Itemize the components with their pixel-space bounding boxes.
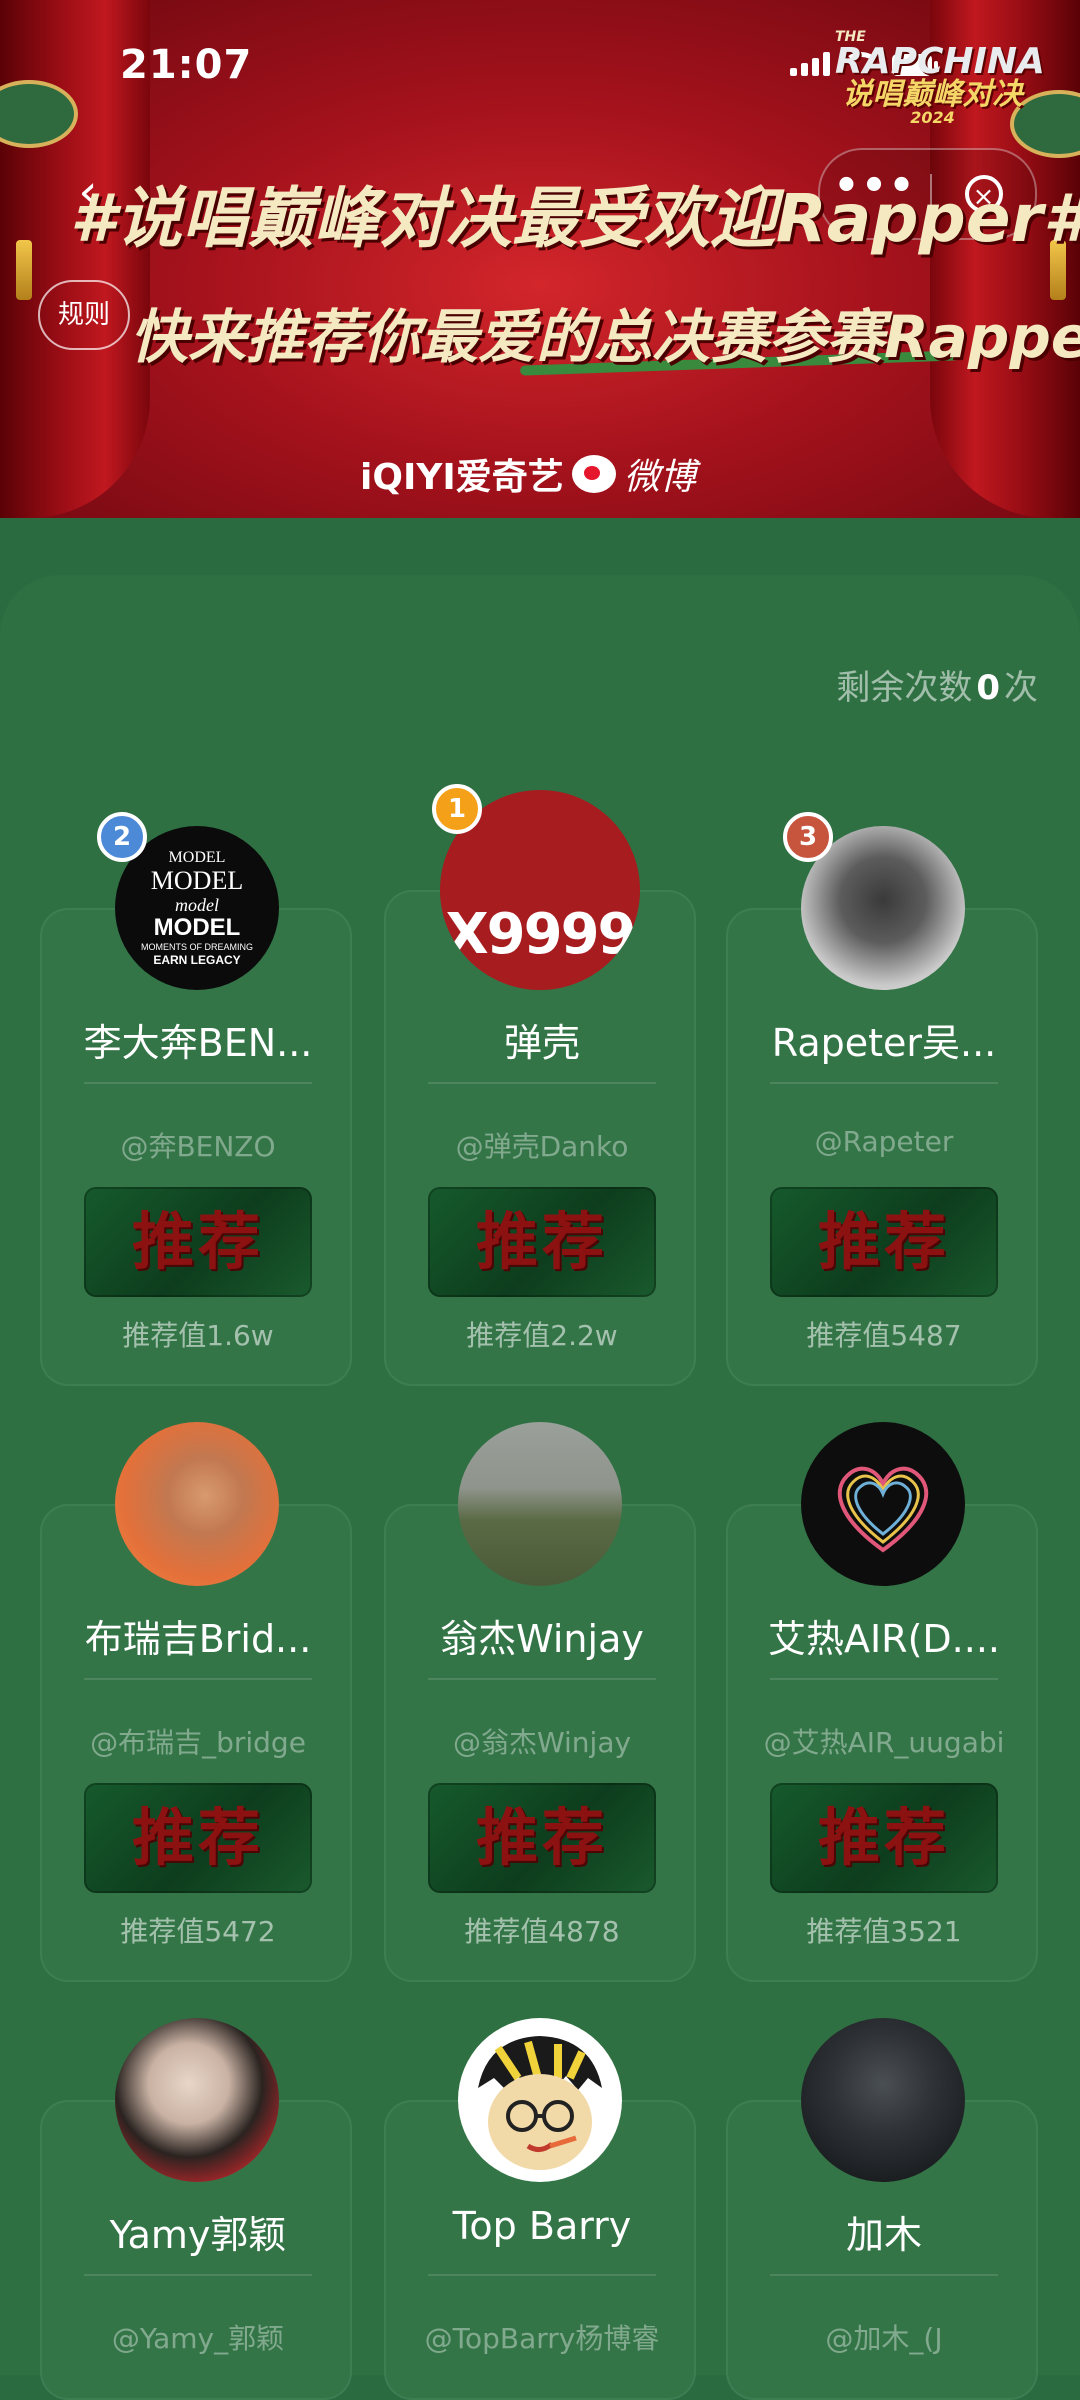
rapper-name: Yamy郭颖: [109, 2213, 287, 2257]
card-divider: [770, 1678, 998, 1680]
rapper-name: 翁杰Winjay: [440, 1617, 644, 1661]
avatar-text: MODEL: [168, 849, 226, 866]
heart-artwork-icon: [837, 1466, 929, 1553]
recommend-value: 推荐值2.2w: [466, 1319, 618, 1352]
rapper-handle[interactable]: @加木_(J: [728, 2317, 1040, 2357]
recommend-value: 推荐值5487: [806, 1319, 962, 1352]
remaining-unit: 次: [1004, 668, 1038, 708]
recommend-button[interactable]: 推荐: [84, 1187, 312, 1297]
rank-badge: 2: [97, 812, 147, 862]
recommend-value: 推荐值1.6w: [122, 1319, 274, 1352]
rapper-name: 加木: [845, 2213, 922, 2257]
status-time: 21:07: [120, 42, 253, 88]
recommend-button[interactable]: 推荐: [770, 1783, 998, 1893]
campaign-banner: 21:07 THE RAPCHINA 说唱巅峰对决 2024 ‹ ••• × #…: [0, 0, 1080, 518]
rapper-avatar[interactable]: [801, 2018, 965, 2182]
rapper-name: 艾热AIR(D....: [767, 1617, 1000, 1661]
rank-badge: 3: [783, 812, 833, 862]
card-divider: [84, 2274, 312, 2276]
logo-text: 2024: [910, 108, 955, 127]
avatar-text: model: [175, 895, 219, 915]
recommend-button[interactable]: 推荐: [428, 1783, 656, 1893]
card-divider: [770, 1082, 998, 1084]
rapper-handle[interactable]: @TopBarry杨博睿: [386, 2317, 698, 2357]
rapper-avatar[interactable]: [458, 2018, 622, 2182]
avatar: [115, 1422, 279, 1586]
recommend-button[interactable]: 推荐: [428, 1187, 656, 1297]
avatar-text: MODEL: [153, 914, 241, 941]
rapper-handle[interactable]: @弹壳Danko: [386, 1125, 698, 1165]
weibo-icon: [571, 455, 616, 493]
card-divider: [428, 2274, 656, 2276]
rapper-handle[interactable]: @布瑞吉_bridge: [42, 1721, 354, 1761]
weibo-logo: 微博: [623, 457, 696, 498]
rapper-avatar[interactable]: [801, 1422, 965, 1586]
card-divider: [84, 1678, 312, 1680]
avatar: [458, 2018, 622, 2182]
cartoon-face-icon: [478, 2036, 602, 2170]
recommend-value: 推荐值3521: [806, 1915, 962, 1948]
recommend-button[interactable]: 推荐: [770, 1187, 998, 1297]
rank-badge: 1: [432, 784, 482, 834]
rapper-name: 布瑞吉Brid...: [84, 1617, 312, 1661]
avatar: [801, 1422, 965, 1586]
recommend-value: 推荐值4878: [464, 1915, 620, 1948]
rapper-avatar[interactable]: MODEL MODEL model MODEL MOMENTS OF DREAM…: [97, 812, 279, 990]
avatar-text: MOMENTS OF DREAMING: [141, 942, 253, 952]
rapper-name: Rapeter吴...: [771, 1021, 997, 1065]
iqiyi-logo: iQIYI爱奇艺: [360, 457, 564, 498]
card-divider: [428, 1678, 656, 1680]
remaining-votes: 剩余次数 0 次: [836, 660, 1038, 709]
tassel-decoration: [16, 240, 32, 300]
card-divider: [428, 1082, 656, 1084]
campaign-headline: #说唱巅峰对决最受欢迎Rapper#: [70, 180, 1080, 257]
card-divider: [84, 1082, 312, 1084]
logo-text: 说唱巅峰对决: [842, 77, 1023, 112]
rapper-avatar[interactable]: [458, 1422, 622, 1586]
card-divider: [770, 2274, 998, 2276]
avatar-text: X9999: [445, 902, 636, 967]
logo-text: RAPCHINA: [835, 41, 1045, 82]
show-logo: THE RAPCHINA 说唱巅峰对决 2024: [835, 30, 1045, 140]
rapper-avatar[interactable]: [115, 2018, 279, 2182]
rapper-handle[interactable]: @Yamy_郭颖: [42, 2317, 354, 2357]
avatar: [801, 2018, 965, 2182]
avatar: [458, 1422, 622, 1586]
signal-icon: [790, 52, 830, 76]
rapper-handle[interactable]: @艾热AIR_uugabi: [728, 1721, 1040, 1761]
avatar-text: MODEL: [150, 866, 244, 895]
avatar-text: EARN LEGACY: [153, 953, 241, 967]
rapper-avatar[interactable]: X9999 1: [432, 784, 640, 990]
rapper-name: 弹壳: [503, 1021, 580, 1065]
rapper-avatar[interactable]: [115, 1422, 279, 1586]
recommend-button[interactable]: 推荐: [84, 1783, 312, 1893]
rapper-name: Top Barry: [452, 2204, 632, 2248]
sponsor-logos: iQIYI爱奇艺 微博: [360, 448, 696, 500]
rapper-handle[interactable]: @翁杰Winjay: [386, 1721, 698, 1761]
rapper-handle[interactable]: @奔BENZO: [42, 1125, 354, 1165]
remaining-label: 剩余次数: [836, 668, 973, 708]
campaign-subline: 快来推荐你最爱的总决赛参赛Rapper!: [130, 303, 1080, 371]
rapper-name: 李大奔BEN...: [83, 1021, 313, 1065]
rapper-avatar[interactable]: 3: [783, 812, 965, 990]
avatar: [115, 2018, 279, 2182]
remaining-count: 0: [976, 668, 1000, 708]
rules-button[interactable]: 规则: [38, 280, 130, 350]
rapper-handle[interactable]: @Rapeter: [728, 1125, 1040, 1158]
recommend-value: 推荐值5472: [120, 1915, 276, 1948]
